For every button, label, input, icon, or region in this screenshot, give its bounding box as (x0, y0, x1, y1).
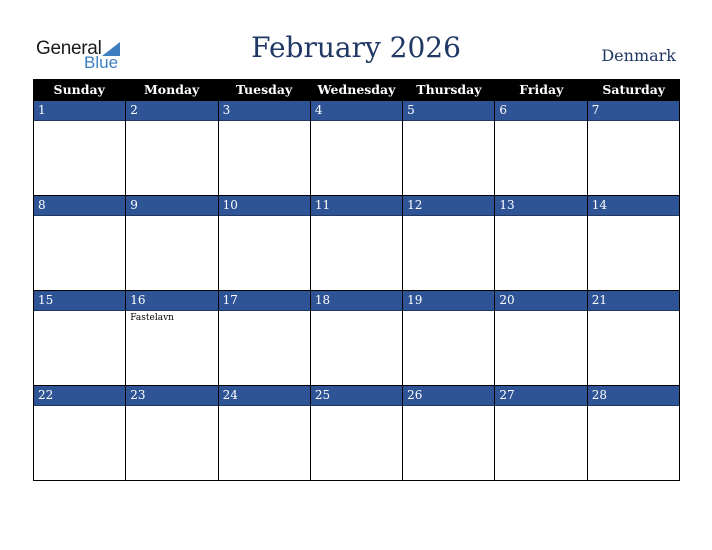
day-cell[interactable]: 28 (586, 386, 680, 481)
holiday-label: Fastelavn (130, 313, 174, 323)
weekday-wednesday: Wednesday (317, 82, 396, 97)
day-number: 16 (126, 291, 218, 311)
country-label: Denmark (601, 46, 676, 65)
week-row: 22 23 24 25 26 27 28 (33, 386, 680, 481)
day-number: 27 (495, 386, 587, 406)
day-cell[interactable]: 12 (402, 196, 495, 291)
day-number: 2 (126, 101, 218, 121)
day-cell[interactable]: 19 (402, 291, 495, 386)
day-cell[interactable]: 4 (309, 101, 403, 196)
weekday-saturday: Saturday (602, 82, 666, 97)
weekday-friday: Friday (519, 82, 564, 97)
day-number: 10 (218, 196, 310, 216)
day-number: 12 (403, 196, 495, 216)
day-cell[interactable]: 24 (217, 386, 310, 481)
day-cell[interactable]: 10 (217, 196, 310, 291)
day-cell[interactable]: 6 (494, 101, 587, 196)
day-cell[interactable]: 1 (33, 101, 126, 196)
day-cell[interactable]: 22 (33, 386, 126, 481)
day-cell[interactable]: 16 Fastelavn (125, 291, 218, 386)
day-number: 19 (403, 291, 495, 311)
calendar-grid: Sunday Monday Tuesday Wednesday Thursday Frid… (33, 79, 680, 481)
day-number: 3 (218, 101, 310, 121)
day-number: 25 (310, 386, 403, 406)
day-number: 20 (495, 291, 587, 311)
weekday-header: Sunday Monday Tuesday Wednesday Thursday Frid… (33, 79, 680, 101)
day-number: 11 (310, 196, 403, 216)
day-number: 23 (126, 386, 218, 406)
day-number: 14 (587, 196, 679, 216)
day-number: 5 (403, 101, 495, 121)
week-row: 15 16 Fastelavn 17 18 19 20 21 (33, 291, 680, 386)
day-cell[interactable]: 18 (309, 291, 403, 386)
day-cell[interactable]: 26 (402, 386, 495, 481)
day-number: 28 (587, 386, 679, 406)
day-number: 26 (403, 386, 495, 406)
day-cell[interactable]: 14 (586, 196, 680, 291)
day-number: 17 (218, 291, 310, 311)
day-cell[interactable]: 25 (309, 386, 403, 481)
calendar-weeks: 1 2 3 4 5 6 7 8 9 10 11 12 13 14 15 16 Fastelavn 17 18 19 20… (33, 101, 680, 481)
day-cell[interactable]: 7 (586, 101, 680, 196)
weekday-sunday: Sunday (53, 82, 105, 97)
day-cell[interactable]: 27 (494, 386, 587, 481)
day-number: 24 (218, 386, 310, 406)
day-number: 7 (587, 101, 679, 121)
day-number: 18 (310, 291, 403, 311)
day-number: 4 (310, 101, 403, 121)
day-number: 21 (587, 291, 679, 311)
day-number: 22 (34, 386, 126, 406)
weekday-thursday: Thursday (416, 82, 482, 97)
day-cell[interactable]: 11 (309, 196, 403, 291)
day-cell[interactable]: 5 (402, 101, 495, 196)
day-cell[interactable]: 13 (494, 196, 587, 291)
day-cell[interactable]: 23 (125, 386, 218, 481)
week-row: 8 9 10 11 12 13 14 (33, 196, 680, 291)
day-number: 1 (34, 101, 126, 121)
day-number: 9 (126, 196, 218, 216)
day-number: 13 (495, 196, 587, 216)
day-cell[interactable]: 17 (217, 291, 310, 386)
day-cell[interactable]: 15 (33, 291, 126, 386)
day-cell[interactable]: 20 (494, 291, 587, 386)
weekday-monday: Monday (143, 82, 200, 97)
week-row: 1234567 (33, 101, 680, 196)
day-number: 8 (34, 196, 126, 216)
weekday-tuesday: Tuesday (235, 82, 293, 97)
day-number: 15 (34, 291, 126, 311)
day-cell[interactable]: 8 (33, 196, 126, 291)
day-cell[interactable]: 21 (586, 291, 680, 386)
day-cell[interactable]: 3 (217, 101, 310, 196)
day-cell[interactable]: 9 (125, 196, 218, 291)
day-number: 6 (495, 101, 587, 121)
day-cell[interactable]: 2 (125, 101, 218, 196)
